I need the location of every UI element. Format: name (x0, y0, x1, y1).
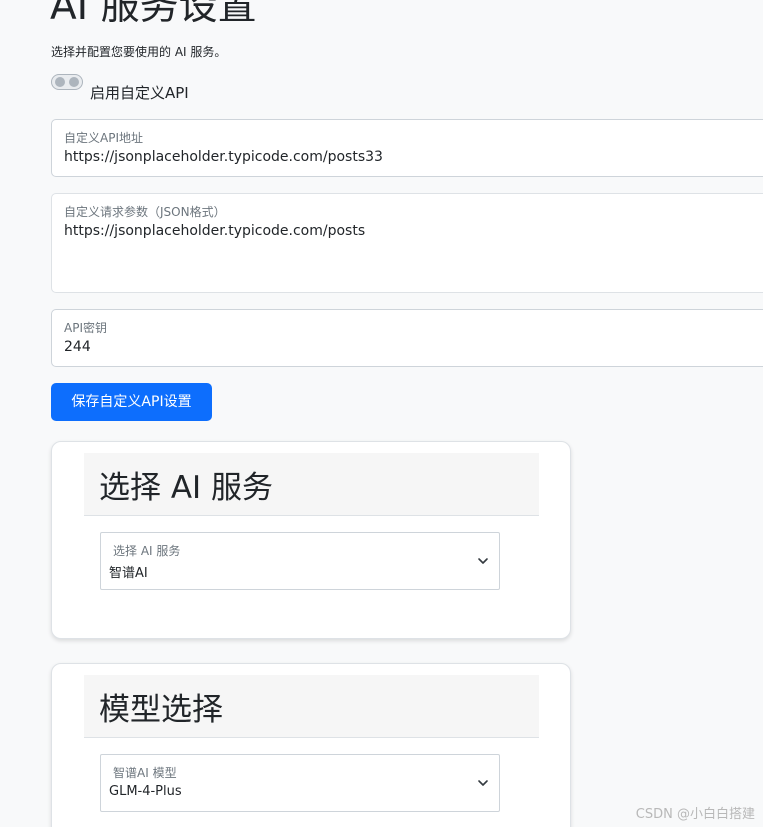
service-select[interactable]: 选择 AI 服务 智谱AI (100, 532, 500, 590)
model-card: 模型选择 智谱AI 模型 GLM-4-Plus (51, 663, 571, 827)
model-select-value: GLM-4-Plus (109, 784, 182, 799)
custom-api-url-label: 自定义API地址 (64, 131, 143, 145)
service-select-value: 智谱AI (109, 566, 148, 581)
service-card: 选择 AI 服务 选择 AI 服务 智谱AI (51, 441, 571, 639)
toggle-knob-icon (69, 77, 79, 87)
service-card-header: 选择 AI 服务 (84, 453, 539, 516)
custom-params-label: 自定义请求参数（JSON格式） (64, 205, 226, 219)
model-select[interactable]: 智谱AI 模型 GLM-4-Plus (100, 754, 500, 812)
api-key-label: API密钥 (64, 321, 107, 335)
toggle-knob-icon (55, 77, 65, 87)
custom-api-toggle[interactable] (51, 74, 83, 90)
page-subtitle: 选择并配置您要使用的 AI 服务。 (51, 45, 227, 59)
api-key-field[interactable]: API密钥 244 (51, 309, 763, 367)
custom-params-value[interactable]: https://jsonplaceholder.typicode.com/pos… (64, 223, 365, 239)
watermark: CSDN @小白白搭建 (635, 807, 755, 822)
chevron-down-icon (478, 780, 488, 786)
chevron-down-icon (478, 558, 488, 564)
custom-api-url-value[interactable]: https://jsonplaceholder.typicode.com/pos… (64, 149, 383, 165)
page: AI 服务设置 选择并配置您要使用的 AI 服务。 启用自定义API 自定义AP… (0, 0, 763, 827)
service-select-label: 选择 AI 服务 (113, 544, 181, 558)
custom-params-textarea[interactable]: 自定义请求参数（JSON格式） https://jsonplaceholder.… (51, 193, 763, 293)
model-card-header: 模型选择 (84, 675, 539, 738)
api-key-value[interactable]: 244 (64, 339, 91, 355)
custom-api-url-field[interactable]: 自定义API地址 https://jsonplaceholder.typicod… (51, 119, 763, 177)
save-custom-api-button[interactable]: 保存自定义API设置 (51, 383, 212, 421)
page-title: AI 服务设置 (50, 0, 257, 29)
service-card-title: 选择 AI 服务 (99, 470, 274, 506)
model-card-title: 模型选择 (99, 692, 223, 728)
model-select-label: 智谱AI 模型 (113, 766, 177, 780)
custom-api-toggle-label: 启用自定义API (90, 84, 189, 102)
